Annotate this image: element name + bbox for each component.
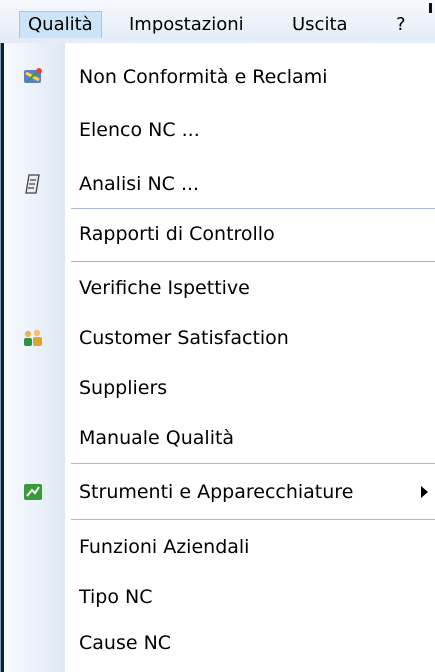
menu-separator	[71, 261, 435, 262]
nc-reclami-icon	[24, 68, 42, 83]
window-edge-fragment	[429, 3, 432, 13]
menu-item-label: Suppliers	[79, 377, 168, 399]
menu-item-rapporti-controllo[interactable]: Rapporti di Controllo	[1, 210, 435, 258]
menu-item-verifiche-ispettive[interactable]: Verifiche Ispettive	[1, 264, 435, 312]
menu-item-suppliers[interactable]: Suppliers	[1, 364, 435, 412]
menu-item-label: Analisi NC ...	[79, 173, 200, 195]
menu-separator	[71, 208, 435, 209]
menu-item-funzioni-aziendali[interactable]: Funzioni Aziendali	[1, 523, 435, 571]
menu-item-tipo-nc[interactable]: Tipo NC	[1, 573, 435, 621]
menu-item-label: Non Conformità e Reclami	[79, 66, 328, 88]
menu-item-label: Elenco NC ...	[79, 119, 200, 141]
menu-item-label: Customer Satisfaction	[79, 327, 289, 349]
menu-impostazioni[interactable]: Impostazioni	[121, 11, 252, 38]
analisi-icon	[25, 174, 40, 194]
menu-separator	[71, 519, 435, 520]
menu-help[interactable]: ?	[388, 11, 414, 38]
menu-item-analisi-nc[interactable]: Analisi NC ...	[1, 160, 435, 208]
menu-item-label: Strumenti e Apparecchiature	[79, 481, 354, 503]
menu-item-label: Cause NC	[79, 632, 172, 654]
menu-uscita[interactable]: Uscita	[284, 11, 356, 38]
menu-item-customer-satisfaction[interactable]: Customer Satisfaction	[1, 314, 435, 362]
qualita-dropdown-menu: Non Conformità e Reclami Elenco NC ... A…	[0, 43, 435, 672]
customers-icon	[24, 329, 42, 346]
menu-item-label: Rapporti di Controllo	[79, 223, 275, 245]
submenu-arrow-icon	[421, 486, 428, 498]
menu-separator	[71, 463, 435, 464]
menu-item-label: Manuale Qualità	[79, 427, 235, 449]
menu-qualita[interactable]: Qualità	[19, 11, 102, 38]
menu-item-label: Tipo NC	[79, 586, 153, 608]
menu-item-strumenti-apparecchiature[interactable]: Strumenti e Apparecchiature	[1, 468, 435, 516]
menu-bar: Qualità Impostazioni Uscita ?	[0, 0, 435, 44]
menu-item-cause-nc[interactable]: Cause NC	[1, 619, 435, 667]
menu-item-elenco-nc[interactable]: Elenco NC ...	[1, 106, 435, 154]
menu-item-non-conformita-reclami[interactable]: Non Conformità e Reclami	[1, 53, 435, 101]
menu-item-manuale-qualita[interactable]: Manuale Qualità	[1, 414, 435, 462]
menu-item-label: Funzioni Aziendali	[79, 536, 250, 558]
strumenti-icon	[24, 484, 42, 500]
menu-item-label: Verifiche Ispettive	[79, 277, 250, 299]
